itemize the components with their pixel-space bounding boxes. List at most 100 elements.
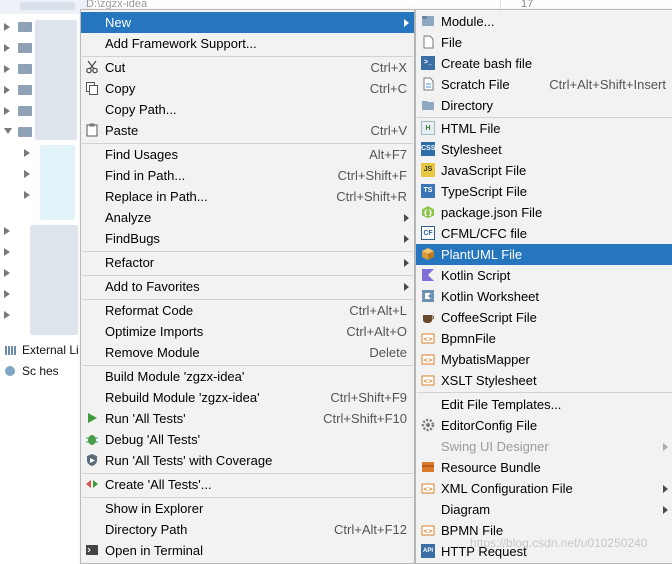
submenu-arrow-icon bbox=[404, 19, 409, 27]
menu-item-label: Add Framework Support... bbox=[105, 36, 257, 51]
menu-item-directory-path[interactable]: Directory Path Ctrl+Alt+F12 bbox=[81, 519, 414, 540]
submenu-item-kotlin-script[interactable]: Kotlin Script bbox=[416, 265, 672, 286]
expand-arrow-icon[interactable] bbox=[24, 149, 30, 157]
submenu-item-directory[interactable]: Directory bbox=[416, 95, 672, 116]
menu-item-paste[interactable]: Paste Ctrl+V bbox=[81, 120, 414, 141]
menu-item-shortcut: Delete bbox=[369, 345, 407, 360]
menu-item-findbugs[interactable]: FindBugs bbox=[81, 228, 414, 249]
submenu-item-editorconfig-file[interactable]: EditorConfig File bbox=[416, 415, 672, 436]
menu-item-shortcut: Ctrl+X bbox=[370, 60, 407, 75]
submenu-item-xml-configuration-file[interactable]: <> XML Configuration File bbox=[416, 478, 672, 499]
menu-item-open-in-terminal[interactable]: Open in Terminal bbox=[81, 540, 414, 561]
menu-item-label: Optimize Imports bbox=[105, 324, 204, 339]
tree-label-external-libraries[interactable]: External Li bbox=[22, 343, 79, 357]
expand-arrow-icon[interactable] bbox=[4, 86, 10, 94]
menu-item-optimize-imports[interactable]: Optimize Imports Ctrl+Alt+O bbox=[81, 321, 414, 342]
expand-arrow-icon[interactable] bbox=[24, 191, 30, 199]
submenu-item-stylesheet[interactable]: CSS Stylesheet bbox=[416, 139, 672, 160]
submenu-item-plantuml-file[interactable]: PlantUML File bbox=[416, 244, 672, 265]
menu-item-label: Create bash file bbox=[441, 56, 533, 71]
menu-item-label: Debug 'All Tests' bbox=[105, 432, 201, 447]
expand-arrow-icon[interactable] bbox=[4, 65, 10, 73]
css-icon: CSS bbox=[421, 142, 435, 156]
menu-item-build-module[interactable]: Build Module 'zgzx-idea' bbox=[81, 366, 414, 387]
menu-item-copy[interactable]: Copy Ctrl+C bbox=[81, 78, 414, 99]
menu-item-refactor[interactable]: Refactor bbox=[81, 252, 414, 273]
menu-item-shortcut: Ctrl+Alt+F12 bbox=[334, 522, 407, 537]
menu-item-analyze[interactable]: Analyze bbox=[81, 207, 414, 228]
context-menu: New Add Framework Support... Cut Ctrl+X … bbox=[80, 9, 415, 564]
menu-item-label: Find in Path... bbox=[105, 168, 186, 183]
tree-label-scratches[interactable]: Sc hes bbox=[22, 364, 59, 378]
menu-item-show-in-explorer[interactable]: Show in Explorer bbox=[81, 498, 414, 519]
submenu-item-cfml-cfc-file[interactable]: CF CFML/CFC file bbox=[416, 223, 672, 244]
menu-item-reformat-code[interactable]: Reformat Code Ctrl+Alt+L bbox=[81, 300, 414, 321]
submenu-item-typescript-file[interactable]: TS TypeScript File bbox=[416, 181, 672, 202]
menu-item-find-usages[interactable]: Find Usages Alt+F7 bbox=[81, 144, 414, 165]
menu-item-label: XSLT Stylesheet bbox=[441, 373, 537, 388]
submenu-item-xslt-stylesheet[interactable]: <> XSLT Stylesheet bbox=[416, 370, 672, 391]
ts-icon: TS bbox=[421, 184, 435, 198]
collapse-arrow-icon[interactable] bbox=[4, 128, 12, 134]
submenu-item-scratch-file[interactable]: Scratch File Ctrl+Alt+Shift+Insert bbox=[416, 74, 672, 95]
submenu-item-resource-bundle[interactable]: Resource Bundle bbox=[416, 457, 672, 478]
submenu-item-bpmnfile[interactable]: <> BpmnFile bbox=[416, 328, 672, 349]
menu-item-label: Cut bbox=[105, 60, 126, 75]
menu-item-add-to-favorites[interactable]: Add to Favorites bbox=[81, 276, 414, 297]
expand-arrow-icon[interactable] bbox=[4, 44, 10, 52]
menu-item-remove-module[interactable]: Remove Module Delete bbox=[81, 342, 414, 363]
expand-arrow-icon[interactable] bbox=[4, 227, 10, 235]
resource-bundle-icon bbox=[421, 460, 435, 474]
expand-arrow-icon[interactable] bbox=[4, 290, 10, 298]
expand-arrow-icon[interactable] bbox=[24, 170, 30, 178]
bpmn-icon: <> bbox=[421, 331, 435, 345]
expand-arrow-icon[interactable] bbox=[4, 269, 10, 277]
menu-item-create-all-tests[interactable]: Create 'All Tests'... bbox=[81, 474, 414, 495]
menu-item-label: Copy bbox=[105, 81, 136, 96]
menu-item-add-framework-support[interactable]: Add Framework Support... bbox=[81, 33, 414, 54]
menu-item-label: PlantUML File bbox=[441, 247, 523, 262]
menu-item-label: Run 'All Tests' with Coverage bbox=[105, 453, 273, 468]
menu-item-label: TypeScript File bbox=[441, 184, 527, 199]
menu-item-label: Edit File Templates... bbox=[441, 397, 562, 412]
submenu-item-create-bash-file[interactable]: >_ Create bash file bbox=[416, 53, 672, 74]
api-icon: API bbox=[421, 544, 435, 558]
expand-arrow-icon[interactable] bbox=[4, 107, 10, 115]
submenu-item-package-json-file[interactable]: {} package.json File bbox=[416, 202, 672, 223]
menu-item-label: Paste bbox=[105, 123, 139, 138]
menu-item-label: Resource Bundle bbox=[441, 460, 541, 475]
menu-item-label: BpmnFile bbox=[441, 331, 496, 346]
submenu-item-coffeescript-file[interactable]: CoffeeScript File bbox=[416, 307, 672, 328]
menu-item-copy-path[interactable]: Copy Path... bbox=[81, 99, 414, 120]
watermark: https://blog.csdn.net/u010250240 bbox=[470, 536, 648, 550]
submenu-item-mybatismapper[interactable]: <> MybatisMapper bbox=[416, 349, 672, 370]
expand-arrow-icon[interactable] bbox=[4, 23, 10, 31]
menu-item-new[interactable]: New bbox=[81, 12, 414, 33]
submenu-arrow-icon bbox=[404, 214, 409, 222]
submenu-item-module[interactable]: Module... bbox=[416, 11, 672, 32]
menu-item-shortcut: Ctrl+Shift+R bbox=[336, 189, 407, 204]
menu-item-run-all-tests[interactable]: Run 'All Tests' Ctrl+Shift+F10 bbox=[81, 408, 414, 429]
submenu-item-html-file[interactable]: H HTML File bbox=[416, 118, 672, 139]
menu-item-run-with-coverage[interactable]: Run 'All Tests' with Coverage bbox=[81, 450, 414, 471]
coverage-icon bbox=[85, 453, 99, 467]
submenu-item-edit-file-templates[interactable]: Edit File Templates... bbox=[416, 394, 672, 415]
expand-arrow-icon[interactable] bbox=[4, 248, 10, 256]
menu-item-debug-all-tests[interactable]: Debug 'All Tests' bbox=[81, 429, 414, 450]
submenu-item-file[interactable]: File bbox=[416, 32, 672, 53]
menu-item-label: Kotlin Script bbox=[441, 268, 511, 283]
menu-item-find-in-path[interactable]: Find in Path... Ctrl+Shift+F bbox=[81, 165, 414, 186]
menu-separator bbox=[417, 392, 672, 393]
menu-item-label: Create 'All Tests'... bbox=[105, 477, 212, 492]
expand-arrow-icon[interactable] bbox=[4, 311, 10, 319]
submenu-item-javascript-file[interactable]: JS JavaScript File bbox=[416, 160, 672, 181]
package-json-icon: {} bbox=[421, 205, 435, 219]
menu-item-cut[interactable]: Cut Ctrl+X bbox=[81, 57, 414, 78]
menu-item-rebuild-module[interactable]: Rebuild Module 'zgzx-idea' Ctrl+Shift+F9 bbox=[81, 387, 414, 408]
menu-item-replace-in-path[interactable]: Replace in Path... Ctrl+Shift+R bbox=[81, 186, 414, 207]
js-icon: JS bbox=[421, 163, 435, 177]
menu-item-label: JavaScript File bbox=[441, 163, 527, 178]
submenu-item-kotlin-worksheet[interactable]: Kotlin Worksheet bbox=[416, 286, 672, 307]
submenu-item-swing-ui-designer[interactable]: Swing UI Designer bbox=[416, 436, 672, 457]
submenu-item-diagram[interactable]: Diagram bbox=[416, 499, 672, 520]
